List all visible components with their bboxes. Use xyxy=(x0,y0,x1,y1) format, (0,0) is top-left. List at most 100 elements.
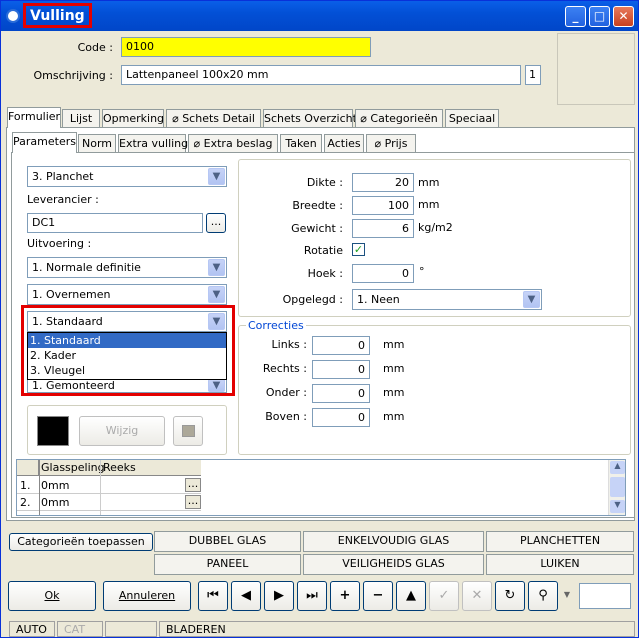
dikte-unit: mm xyxy=(418,176,440,189)
grid-header: Reeks xyxy=(100,460,138,476)
scroll-thumb[interactable] xyxy=(610,477,625,497)
tab-categorieen[interactable]: ⌀ Categorieën xyxy=(355,109,443,128)
overnemen-select-value: 1. Overnemen xyxy=(32,288,111,301)
row-browse-button[interactable]: ... xyxy=(185,495,201,509)
record-search-field[interactable] xyxy=(579,583,631,609)
close-button[interactable]: ✕ xyxy=(613,6,634,27)
rechts-label: Rechts : xyxy=(262,362,307,375)
rechts-input[interactable]: 0 xyxy=(312,360,370,379)
confirm-icon[interactable]: ✓ xyxy=(429,581,459,611)
tab-schets-overzicht[interactable]: Schets Overzicht xyxy=(263,109,357,128)
description-count: 1 xyxy=(525,65,541,85)
dropdown-option[interactable]: 3. Vleugel xyxy=(28,363,226,378)
code-label: Code : xyxy=(77,41,113,54)
subtab-extra-vulling[interactable]: Extra vulling xyxy=(118,134,188,153)
subtab-norm[interactable]: Norm xyxy=(78,134,116,153)
color-reset-button[interactable] xyxy=(173,416,203,446)
category-luiken[interactable]: LUIKEN xyxy=(486,554,634,575)
binoculars-icon[interactable]: ⚲ xyxy=(528,581,558,611)
description-field[interactable]: Lattenpaneel 100x20 mm xyxy=(121,65,521,85)
previous-record-icon[interactable]: ◀ xyxy=(231,581,261,611)
links-input[interactable]: 0 xyxy=(312,336,370,355)
uitvoering-select-value: 1. Normale definitie xyxy=(32,261,141,274)
subtab-parameters[interactable]: Parameters xyxy=(12,132,77,153)
boven-input[interactable]: 0 xyxy=(312,408,370,427)
subtab-prijs[interactable]: ⌀ Prijs xyxy=(366,134,416,153)
dropdown-option[interactable]: 1. Standaard xyxy=(28,333,226,348)
status-auto: AUTO xyxy=(9,621,55,637)
first-record-icon[interactable]: ⏮ xyxy=(198,581,228,611)
rechts-unit: mm xyxy=(383,362,405,375)
rotatie-checkbox[interactable]: ✓ xyxy=(352,243,365,256)
square-icon xyxy=(182,425,195,437)
hoek-input[interactable]: 0 xyxy=(352,264,414,283)
maximize-button[interactable]: □ xyxy=(589,6,610,27)
chevron-down-icon: ▼ xyxy=(208,286,225,303)
type-select[interactable]: 3. Planchet ▼ xyxy=(27,166,227,187)
category-dubbel-glas[interactable]: DUBBEL GLAS xyxy=(154,531,301,552)
window-title: Vulling xyxy=(23,3,92,28)
gewicht-input[interactable]: 6 xyxy=(352,219,414,238)
last-record-icon[interactable]: ⏭ xyxy=(297,581,327,611)
tab-label: Prijs xyxy=(384,137,408,150)
code-field[interactable]: 0100 xyxy=(121,37,371,57)
leverancier-browse-button[interactable]: ... xyxy=(206,213,226,233)
category-paneel[interactable]: PANEEL xyxy=(154,554,301,575)
categorieen-toepassen-button[interactable]: Categorieën toepassen xyxy=(9,533,153,551)
category-enkelvoudig-glas[interactable]: ENKELVOUDIG GLAS xyxy=(303,531,484,552)
next-record-icon[interactable]: ▶ xyxy=(264,581,294,611)
leverancier-field[interactable]: DC1 xyxy=(27,213,203,233)
row-browse-button[interactable]: ... xyxy=(185,478,201,492)
links-label: Links : xyxy=(271,338,307,351)
grid-scrollbar[interactable]: ▲ ▼ xyxy=(608,460,625,515)
opgelegd-select[interactable]: 1. Neen ▼ xyxy=(352,289,542,310)
paperclip-icon: ⌀ xyxy=(374,137,385,150)
paperclip-icon: ⌀ xyxy=(360,112,371,125)
subtab-taken[interactable]: Taken xyxy=(280,134,322,153)
tab-label: Extra beslag xyxy=(203,137,273,150)
tab-lijst[interactable]: Lijst xyxy=(62,109,100,128)
table-row[interactable]: 1. 0mm ... xyxy=(17,477,201,494)
chevron-down-icon: ▼ xyxy=(208,313,225,330)
onder-unit: mm xyxy=(383,386,405,399)
onder-input[interactable]: 0 xyxy=(312,384,370,403)
dropdown-option[interactable]: 2. Kader xyxy=(28,348,226,363)
category-veiligheids-glas[interactable]: VEILIGHEIDS GLAS xyxy=(303,554,484,575)
standaard-select[interactable]: 1. Standaard ▼ xyxy=(27,311,227,332)
scroll-down-icon[interactable]: ▼ xyxy=(610,500,625,513)
delete-record-icon[interactable]: − xyxy=(363,581,393,611)
leverancier-label: Leverancier : xyxy=(27,193,99,206)
table-row[interactable]: 2. 0mm ... xyxy=(17,494,201,511)
uitvoering-select[interactable]: 1. Normale definitie ▼ xyxy=(27,257,227,278)
tab-speciaal[interactable]: Speciaal xyxy=(445,109,499,128)
tab-opmerking[interactable]: Opmerking xyxy=(102,109,164,128)
cancel-icon[interactable]: ✕ xyxy=(462,581,492,611)
title-bar[interactable]: Vulling _ □ ✕ xyxy=(1,1,638,31)
window: Vulling _ □ ✕ Code : 0100 Omschrijving :… xyxy=(0,0,639,638)
annuleren-button[interactable]: Annuleren xyxy=(103,581,191,611)
wijzig-button[interactable]: Wijzig xyxy=(79,416,165,446)
scroll-up-icon[interactable]: ▲ xyxy=(610,461,625,474)
subtab-acties[interactable]: Acties xyxy=(324,134,364,153)
category-planchetten[interactable]: PLANCHETTEN xyxy=(486,531,634,552)
tab-label: Categorieën xyxy=(370,112,438,125)
grid-divider xyxy=(100,460,101,515)
tab-schets-detail[interactable]: ⌀ Schets Detail xyxy=(166,109,261,128)
chevron-down-icon: ▼ xyxy=(208,259,225,276)
subtab-extra-beslag[interactable]: ⌀ Extra beslag xyxy=(188,134,278,153)
move-up-icon[interactable]: ▲ xyxy=(396,581,426,611)
table-row[interactable]: 3. xyxy=(17,511,201,515)
add-record-icon[interactable]: + xyxy=(330,581,360,611)
uitvoering-label: Uitvoering : xyxy=(27,237,92,250)
dikte-input[interactable]: 20 xyxy=(352,173,414,192)
minimize-button[interactable]: _ xyxy=(565,6,586,27)
grid-header-row: Glasspeling Reeks xyxy=(17,460,201,476)
standaard-dropdown-list: 1. Standaard 2. Kader 3. Vleugel xyxy=(27,332,227,380)
overnemen-select[interactable]: 1. Overnemen ▼ xyxy=(27,284,227,305)
type-select-value: 3. Planchet xyxy=(32,170,94,183)
tab-formulier[interactable]: Formulier xyxy=(7,107,61,128)
ok-button[interactable]: Ok xyxy=(8,581,96,611)
search-options-chevron-icon[interactable]: ▼ xyxy=(560,581,574,611)
refresh-icon[interactable]: ↻ xyxy=(495,581,525,611)
breedte-input[interactable]: 100 xyxy=(352,196,414,215)
